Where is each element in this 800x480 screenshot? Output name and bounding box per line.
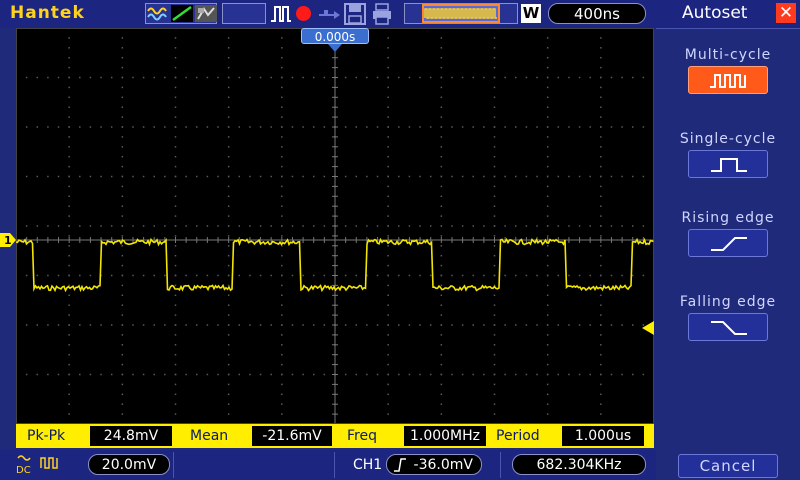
- pulse-trigger-icon[interactable]: [270, 4, 292, 28]
- falling-edge-icon: [711, 321, 747, 335]
- ramp-icon[interactable]: [171, 5, 193, 22]
- measurement-bar: Pk-Pk 24.8mV Mean -21.6mV Freq 1.000MHz …: [16, 424, 654, 448]
- multi-cycle-label: Multi-cycle: [684, 47, 772, 63]
- rising-edge-label: Rising edge: [681, 210, 775, 226]
- multi-cycle-button[interactable]: [688, 66, 768, 94]
- pkpk-value: 24.8mV: [90, 426, 172, 446]
- single-pulse-icon: [711, 158, 747, 172]
- status-display-box: [222, 3, 266, 24]
- single-cycle-label: Single-cycle: [679, 131, 777, 147]
- graticule-grid: [16, 28, 654, 424]
- rising-edge-icon: [711, 237, 747, 251]
- volts-div-readout[interactable]: 20.0mV: [88, 454, 170, 475]
- cancel-button[interactable]: Cancel: [678, 454, 778, 478]
- run-stop-icon[interactable]: [296, 6, 311, 21]
- ch1-level-marker[interactable]: 1: [0, 232, 16, 247]
- status-bar: DC 20.0mV CH1 -36.0mV 682.304KHz: [0, 450, 656, 480]
- dc-coupling-icon[interactable]: DC: [16, 453, 34, 476]
- freq-value: 1.000MHz: [404, 426, 486, 446]
- waveform-canvas: [16, 28, 654, 424]
- autoset-panel: Autoset ✕ Multi-cycle Single-cycle Risin…: [656, 0, 800, 480]
- trigger-level-readout[interactable]: -36.0mV: [386, 454, 482, 475]
- period-label: Period: [496, 428, 540, 444]
- rising-edge-trigger-icon: [394, 458, 406, 472]
- trigger-position-marker: [328, 44, 342, 52]
- display-mode-group[interactable]: [145, 3, 217, 24]
- trigger-frequency-readout: 682.304KHz: [512, 454, 646, 475]
- status-divider: [334, 452, 335, 478]
- autoset-title: Autoset: [682, 3, 748, 23]
- period-value: 1.000us: [562, 426, 644, 446]
- save-icon[interactable]: [344, 3, 366, 29]
- trigger-source-label: CH1: [353, 457, 383, 473]
- persist-icon[interactable]: [195, 5, 217, 22]
- probe-wave-icon: [40, 454, 60, 474]
- top-toolbar: Hantek W 400ns: [0, 0, 656, 28]
- waveform-display[interactable]: 0.000s: [16, 28, 654, 424]
- acq-mode-badge[interactable]: W: [521, 4, 541, 23]
- fft-wave-icon[interactable]: [147, 5, 169, 22]
- timebase-readout[interactable]: 400ns: [548, 3, 646, 24]
- rising-edge-button[interactable]: [688, 229, 768, 257]
- trigger-level-marker: [642, 321, 654, 335]
- autoset-panel-header: Autoset ✕: [656, 0, 800, 29]
- usb-icon: [318, 7, 342, 26]
- mean-label: Mean: [190, 428, 229, 444]
- ch1-marker-label: 1: [4, 234, 12, 247]
- brand-logo: Hantek: [10, 3, 85, 23]
- trigger-level-value: -36.0mV: [413, 457, 473, 473]
- status-divider: [173, 452, 174, 478]
- mean-value: -21.6mV: [252, 426, 332, 446]
- status-divider: [500, 452, 501, 478]
- multi-cycle-wave-icon: [710, 74, 746, 88]
- coupling-label: DC: [16, 465, 31, 475]
- falling-edge-button[interactable]: [688, 313, 768, 341]
- trigger-time-tag[interactable]: 0.000s: [301, 28, 369, 44]
- single-cycle-button[interactable]: [688, 150, 768, 178]
- freq-label: Freq: [347, 428, 377, 444]
- close-icon[interactable]: ✕: [776, 3, 796, 23]
- print-icon[interactable]: [372, 3, 392, 29]
- falling-edge-label: Falling edge: [679, 294, 777, 310]
- waveform-position-icon[interactable]: [404, 3, 518, 24]
- pkpk-label: Pk-Pk: [27, 428, 66, 444]
